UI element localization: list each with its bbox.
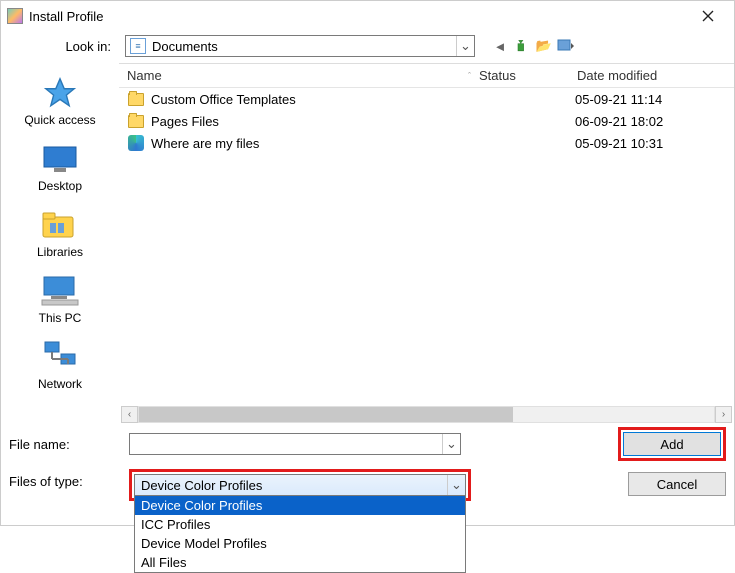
filename-row: File name: ⌄ Add: [9, 427, 726, 461]
add-highlight: Add: [618, 427, 726, 461]
table-row[interactable]: Where are my files 05-09-21 10:31: [119, 132, 734, 154]
column-headers: Nameˆ Status Date modified: [119, 64, 734, 88]
lookin-value: Documents: [150, 39, 456, 54]
place-network[interactable]: Network: [38, 339, 82, 391]
folder-icon: [128, 93, 144, 106]
filetype-highlight: Device Color Profiles ⌄ Device Color Pro…: [129, 469, 471, 501]
file-list: Nameˆ Status Date modified Custom Office…: [119, 63, 734, 423]
place-label: Libraries: [37, 245, 83, 259]
place-label: Network: [38, 377, 82, 391]
col-status[interactable]: Status: [479, 68, 577, 83]
filetype-dropdown[interactable]: Device Color ProfilesICC ProfilesDevice …: [134, 495, 466, 573]
file-date: 05-09-21 10:31: [575, 136, 734, 151]
scroll-track[interactable]: [138, 406, 715, 423]
edge-icon: [128, 135, 144, 151]
places-sidebar: Quick access Desktop Libraries This PC N…: [1, 63, 119, 423]
place-label: Desktop: [38, 179, 82, 193]
network-icon: [39, 339, 81, 375]
cancel-button[interactable]: Cancel: [628, 472, 726, 496]
filetype-value: Device Color Profiles: [135, 478, 262, 493]
view-icon[interactable]: [557, 37, 575, 55]
filetype-option[interactable]: All Files: [135, 553, 465, 572]
titlebar: Install Profile: [1, 1, 734, 31]
scroll-left-icon[interactable]: ‹: [121, 406, 138, 423]
place-desktop[interactable]: Desktop: [38, 141, 82, 193]
col-name[interactable]: Nameˆ: [127, 68, 479, 83]
chevron-down-icon: ⌄: [447, 475, 465, 495]
bottom-panel: File name: ⌄ Add Files of type: Device C…: [1, 423, 734, 509]
lookin-row: Look in: Documents ⌄ ◄ 📂: [1, 31, 734, 63]
file-name: Pages Files: [151, 114, 477, 129]
filename-input[interactable]: ⌄: [129, 433, 461, 455]
place-label: Quick access: [24, 113, 95, 127]
file-name: Custom Office Templates: [151, 92, 477, 107]
scroll-right-icon[interactable]: ›: [715, 406, 732, 423]
filetype-option[interactable]: Device Model Profiles: [135, 534, 465, 553]
libraries-icon: [39, 207, 81, 243]
lookin-select[interactable]: Documents ⌄: [125, 35, 475, 57]
place-label: This PC: [39, 311, 82, 325]
filetype-select[interactable]: Device Color Profiles ⌄: [134, 474, 466, 496]
filetype-option[interactable]: ICC Profiles: [135, 515, 465, 534]
filename-label: File name:: [9, 437, 129, 452]
h-scrollbar[interactable]: ‹ ›: [119, 405, 734, 423]
file-date: 05-09-21 11:14: [575, 92, 734, 107]
close-button[interactable]: [688, 2, 728, 30]
new-folder-icon[interactable]: 📂: [535, 37, 553, 55]
file-name: Where are my files: [151, 136, 477, 151]
app-icon: [7, 8, 23, 24]
filetype-label: Files of type:: [9, 469, 129, 489]
nav-icons: ◄ 📂: [491, 37, 575, 55]
close-icon: [702, 10, 714, 22]
lookin-label: Look in:: [9, 39, 117, 54]
file-date: 06-09-21 18:02: [575, 114, 734, 129]
table-row[interactable]: Custom Office Templates 05-09-21 11:14: [119, 88, 734, 110]
place-libraries[interactable]: Libraries: [37, 207, 83, 259]
main-area: Quick access Desktop Libraries This PC N…: [1, 63, 734, 423]
filetype-option[interactable]: Device Color Profiles: [135, 496, 465, 515]
pc-icon: [39, 273, 81, 309]
add-button[interactable]: Add: [623, 432, 721, 456]
place-quick-access[interactable]: Quick access: [24, 75, 95, 127]
desktop-icon: [39, 141, 81, 177]
up-icon[interactable]: [513, 37, 531, 55]
window-title: Install Profile: [29, 9, 688, 24]
scroll-thumb[interactable]: [139, 407, 513, 422]
documents-icon: [130, 38, 146, 54]
star-icon: [39, 75, 81, 111]
file-rows: Custom Office Templates 05-09-21 11:14 Pag…: [119, 88, 734, 405]
col-date[interactable]: Date modified: [577, 68, 734, 83]
place-thispc[interactable]: This PC: [39, 273, 82, 325]
chevron-down-icon: ⌄: [456, 36, 474, 56]
sort-caret-icon: ˆ: [468, 71, 471, 81]
folder-icon: [128, 115, 144, 128]
back-icon[interactable]: ◄: [491, 37, 509, 55]
table-row[interactable]: Pages Files 06-09-21 18:02: [119, 110, 734, 132]
chevron-down-icon: ⌄: [442, 434, 460, 454]
filetype-row: Files of type: Device Color Profiles ⌄ D…: [9, 469, 726, 501]
